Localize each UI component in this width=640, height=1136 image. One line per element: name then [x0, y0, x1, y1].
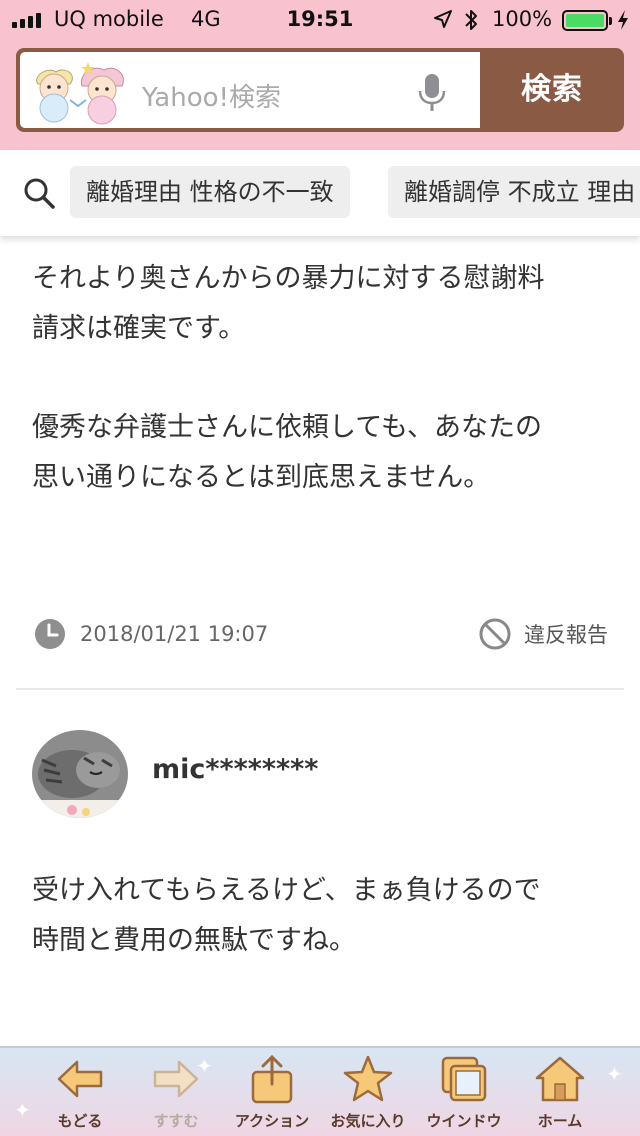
answer-line: それより奥さんからの暴力に対する慰謝料 — [32, 263, 545, 294]
window-button[interactable]: ウインドウ — [418, 1054, 510, 1136]
answer-paragraph: 受け入れてもらえるけど、まぁ負けるので 時間と費用の無駄ですね。 — [32, 866, 612, 966]
sparkle-icon: ✦ — [14, 1098, 31, 1122]
battery-percent: 100% — [492, 7, 553, 31]
home-button[interactable]: ホーム — [514, 1054, 606, 1136]
answer-paragraph: それより奥さんからの暴力に対する慰謝料 請求は確実です。 — [32, 254, 612, 354]
share-icon — [251, 1054, 293, 1104]
cat-avatar-icon — [32, 730, 128, 818]
search-icon — [24, 178, 55, 209]
little-twin-stars-mascot-icon — [36, 62, 124, 125]
forward-label: すすむ — [153, 1112, 199, 1130]
action-button[interactable]: アクション — [226, 1054, 318, 1136]
status-bar: UQ mobile 4G 19:51 100% — [0, 0, 640, 40]
bluetooth-icon — [465, 10, 477, 30]
suggestion-chip[interactable]: 離婚理由 性格の不一致 — [70, 166, 350, 218]
suggestion-chip[interactable]: 離婚調停 不成立 理由 — [388, 166, 640, 218]
answer-line: 思い通りになるとは到底思えません。 — [32, 462, 491, 493]
action-label: アクション — [234, 1112, 310, 1130]
answer-line: 請求は確実です。 — [32, 313, 246, 344]
star-icon — [343, 1055, 393, 1102]
battery-icon — [562, 10, 612, 31]
report-label: 違反報告 — [524, 623, 608, 647]
search-bar: Yahoo!検索 検索 — [16, 48, 624, 132]
right-arrow-icon — [153, 1060, 199, 1098]
prohibited-icon — [479, 618, 511, 650]
answer-meta: 2018/01/21 19:07 違反報告 — [34, 614, 608, 654]
back-button[interactable]: もどる — [34, 1054, 126, 1136]
window-label: ウインドウ — [426, 1112, 502, 1130]
browser-toolbar: ✦ ✦ ✦ もどる すすむ アクション お気に入り ウインドウ ホーム — [0, 1046, 640, 1136]
answer-divider — [16, 688, 624, 690]
forward-button[interactable]: すすむ — [130, 1054, 222, 1136]
charging-bolt-icon — [618, 10, 628, 30]
search-input[interactable]: Yahoo!検索 — [20, 52, 480, 128]
search-button[interactable]: 検索 — [480, 48, 624, 132]
clock-icon — [35, 619, 65, 649]
answer-paragraph: 優秀な弁護士さんに依頼しても、あなたの 思い通りになるとは到底思えません。 — [32, 403, 612, 503]
answer-line: 時間と費用の無駄ですね。 — [32, 925, 356, 956]
favorites-label: お気に入り — [330, 1112, 406, 1130]
favorites-button[interactable]: お気に入り — [322, 1054, 414, 1136]
answer-line: 受け入れてもらえるけど、まぁ負けるので — [32, 875, 541, 906]
windows-icon — [441, 1056, 487, 1102]
search-placeholder: Yahoo!検索 — [142, 83, 281, 113]
sparkle-icon: ✦ — [606, 1062, 623, 1086]
microphone-icon[interactable] — [416, 72, 448, 114]
avatar[interactable] — [32, 730, 128, 818]
house-icon — [535, 1056, 585, 1102]
location-arrow-icon — [434, 10, 452, 28]
battery-fill — [566, 14, 604, 27]
back-label: もどる — [57, 1112, 103, 1130]
home-label: ホーム — [537, 1112, 583, 1130]
report-button[interactable]: 違反報告 — [478, 616, 608, 652]
left-arrow-icon — [57, 1060, 103, 1098]
answer-timestamp: 2018/01/21 19:07 — [80, 622, 269, 646]
answer-line: 優秀な弁護士さんに依頼しても、あなたの — [32, 412, 543, 443]
answer-username[interactable]: mic******** — [152, 754, 318, 785]
related-search-bar: 離婚理由 性格の不一致 離婚調停 不成立 理由 — [0, 150, 640, 236]
